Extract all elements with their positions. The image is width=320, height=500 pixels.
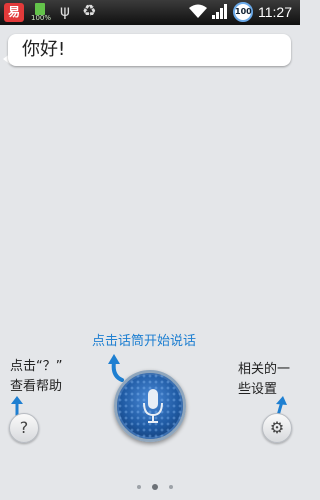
microphone-icon [143, 389, 163, 423]
usb-icon: ψ [60, 2, 70, 20]
help-button[interactable]: ? [9, 413, 39, 443]
page-dot [137, 484, 141, 489]
mic-hint-text: 点击话筒开始说话 [92, 334, 197, 349]
help-hint-line1: 点击“？” [10, 359, 63, 374]
recycle-icon: ♻ [82, 1, 97, 20]
settings-hint-line1: 相关的一 [238, 362, 291, 377]
help-button-label: ? [19, 418, 29, 437]
battery-level-icon: 100% [31, 3, 52, 22]
settings-button[interactable]: ⚙ [262, 413, 292, 443]
battery-level-text: 100% [31, 14, 52, 22]
microphone-button[interactable] [114, 370, 186, 442]
signal-icon [212, 4, 227, 19]
clock: 11:27 [258, 4, 292, 20]
page-dot [169, 484, 174, 489]
gear-icon: ⚙ [269, 418, 285, 437]
settings-hint: 相关的一 些设置 [238, 360, 298, 400]
settings-hint-line2: 些设置 [238, 382, 278, 397]
status-bar: 易 100% ψ ♻ 100 11:27 [0, 0, 300, 25]
wifi-icon [189, 4, 207, 18]
battery-circle-icon: 100 [233, 2, 253, 22]
help-hint-line2: 查看帮助 [10, 379, 63, 394]
help-hint: 点击“？” 查看帮助 [10, 357, 80, 397]
page-dot-active [152, 483, 159, 490]
chat-bubble: 你好! [8, 34, 291, 66]
app-notification-icon: 易 [4, 3, 24, 22]
page-indicator [134, 476, 176, 495]
greeting-text: 你好! [22, 39, 66, 60]
